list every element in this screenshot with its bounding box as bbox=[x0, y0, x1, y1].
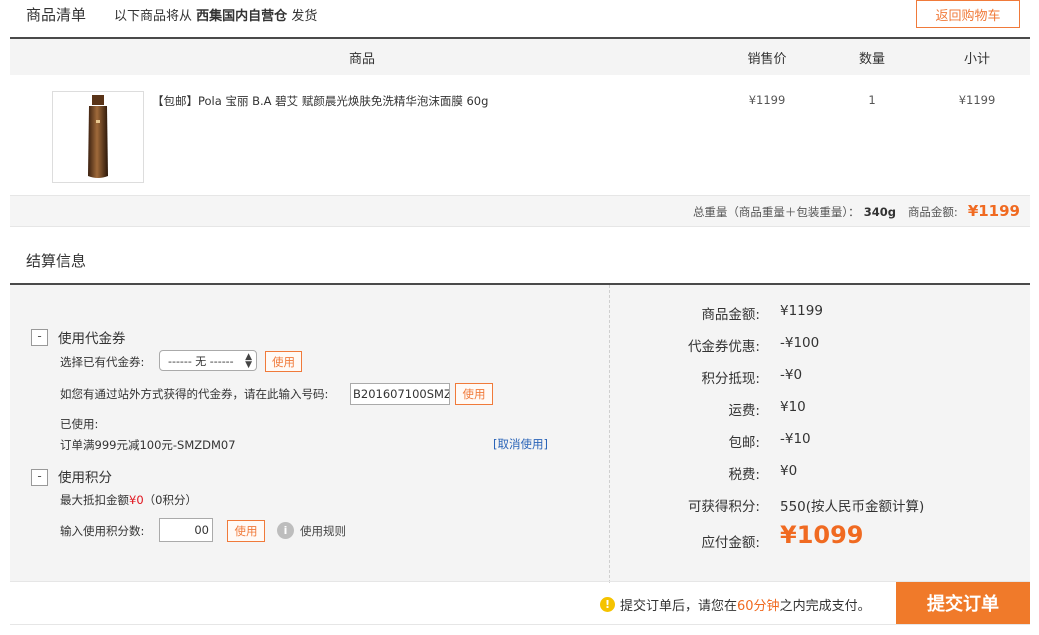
section-title-settlement: 结算信息 bbox=[26, 252, 87, 270]
cancel-voucher-link[interactable]: [取消使用] bbox=[493, 436, 548, 452]
voucher-code-use-button[interactable]: 使用 bbox=[455, 383, 493, 405]
section-title-items: 商品清单 bbox=[26, 6, 87, 24]
submit-order-button[interactable]: 提交订单 bbox=[896, 582, 1030, 624]
col-qty: 数量 bbox=[858, 52, 885, 67]
col-subtotal: 小计 bbox=[963, 52, 990, 67]
voucher-collapse-toggle[interactable]: - bbox=[31, 329, 48, 346]
points-collapse-toggle[interactable]: - bbox=[31, 469, 48, 486]
total-free-shipping-value: -¥10 bbox=[780, 431, 811, 447]
total-goods-value: ¥1199 bbox=[780, 303, 823, 319]
notice-suffix: 之内完成支付。 bbox=[779, 599, 871, 614]
points-rules-link[interactable]: 使用规则 bbox=[300, 523, 346, 539]
payable-label: 应付金额: bbox=[701, 535, 760, 551]
payment-notice: ! 提交订单后，请您在60分钟之内完成支付。 bbox=[600, 595, 871, 614]
total-shipping-label: 运费: bbox=[728, 403, 760, 419]
total-free-shipping-label: 包邮: bbox=[728, 435, 760, 451]
product-bottle-image bbox=[88, 95, 108, 178]
voucher-select-label: 选择已有代金券: bbox=[60, 355, 145, 369]
total-voucher-value: -¥100 bbox=[780, 335, 820, 351]
earn-points-value: 550(按人民币金额计算) bbox=[780, 499, 925, 515]
total-tax-label: 税费: bbox=[728, 467, 760, 483]
voucher-heading: 使用代金券 bbox=[58, 331, 126, 347]
total-points-label: 积分抵现: bbox=[701, 371, 760, 387]
submit-bar: ! 提交订单后，请您在60分钟之内完成支付。 提交订单 bbox=[10, 581, 1030, 625]
notice-prefix: 提交订单后，请您在 bbox=[620, 599, 738, 614]
select-arrows-icon: ▲ ▼ bbox=[245, 352, 252, 370]
voucher-select[interactable]: ------ 无 ------ ▲ ▼ bbox=[159, 350, 257, 371]
points-heading: 使用积分 bbox=[58, 470, 112, 486]
amount-value: ¥1199 bbox=[967, 202, 1020, 220]
product-qty: 1 bbox=[868, 93, 876, 107]
points-max-prefix: 最大抵扣金额 bbox=[60, 493, 129, 507]
product-name[interactable]: 【包邮】Pola 宝丽 B.A 碧艾 赋颜晨光焕肤免洗精华泡沫面膜 60g bbox=[152, 93, 712, 109]
panel-divider bbox=[609, 285, 610, 583]
total-voucher-label: 代金券优惠: bbox=[687, 339, 760, 355]
weight-value: 340g bbox=[863, 205, 896, 219]
settlement-panel: - 使用代金券 选择已有代金券: ------ 无 ------ ▲ ▼ 使用 如… bbox=[10, 283, 1030, 583]
product-table-header: 商品 销售价 数量 小计 bbox=[10, 37, 1030, 75]
product-price: ¥1199 bbox=[748, 93, 786, 107]
voucher-used-item: 订单满999元减100元-SMZDM07 bbox=[60, 438, 236, 452]
voucher-select-value: ------ 无 ------ bbox=[168, 354, 234, 368]
total-shipping-value: ¥10 bbox=[780, 399, 806, 415]
total-tax-value: ¥0 bbox=[780, 463, 798, 479]
col-price: 销售价 bbox=[747, 52, 787, 67]
amount-label: 商品金额: bbox=[907, 205, 958, 219]
points-max-value: ¥0 bbox=[129, 493, 144, 507]
shipping-source: 西集国内自营仓 bbox=[196, 9, 288, 24]
shipping-suffix: 发货 bbox=[291, 9, 318, 24]
voucher-code-label: 如您有通过站外方式获得的代金券，请在此输入号码: bbox=[60, 387, 329, 401]
col-product: 商品 bbox=[348, 52, 375, 67]
table-row: 【包邮】Pola 宝丽 B.A 碧艾 赋颜晨光焕肤免洗精华泡沫面膜 60g ¥1… bbox=[10, 75, 1030, 195]
voucher-used-label: 已使用: bbox=[60, 417, 99, 431]
info-icon[interactable]: i bbox=[277, 522, 294, 539]
points-input-label: 输入使用积分数: bbox=[60, 524, 145, 538]
payable-value: ¥1099 bbox=[780, 521, 864, 549]
shipping-note: 以下商品将从 西集国内自营仓 发货 bbox=[114, 5, 317, 24]
voucher-code-input[interactable]: B201607100SMZ bbox=[350, 383, 450, 405]
notice-highlight: 60分钟 bbox=[737, 599, 780, 614]
product-subtotal: ¥1199 bbox=[958, 93, 996, 107]
order-weight-summary: 总重量（商品重量＋包装重量）： 340g 商品金额: ¥1199 bbox=[10, 195, 1030, 227]
back-to-cart-button[interactable]: 返回购物车 bbox=[916, 0, 1020, 28]
earn-points-label: 可获得积分: bbox=[687, 499, 760, 515]
shipping-prefix: 以下商品将从 bbox=[114, 9, 193, 24]
product-image[interactable] bbox=[52, 91, 144, 183]
total-points-value: -¥0 bbox=[780, 367, 803, 383]
warning-icon: ! bbox=[600, 597, 615, 612]
points-max-suffix: （0积分） bbox=[143, 493, 197, 507]
total-goods-label: 商品金额: bbox=[701, 307, 760, 323]
points-input[interactable]: 00 bbox=[159, 518, 213, 542]
weight-label: 总重量（商品重量＋包装重量）： bbox=[692, 205, 860, 219]
points-use-button[interactable]: 使用 bbox=[227, 520, 265, 542]
voucher-select-use-button[interactable]: 使用 bbox=[265, 351, 302, 372]
points-max-line: 最大抵扣金额¥0（0积分） bbox=[60, 492, 197, 508]
